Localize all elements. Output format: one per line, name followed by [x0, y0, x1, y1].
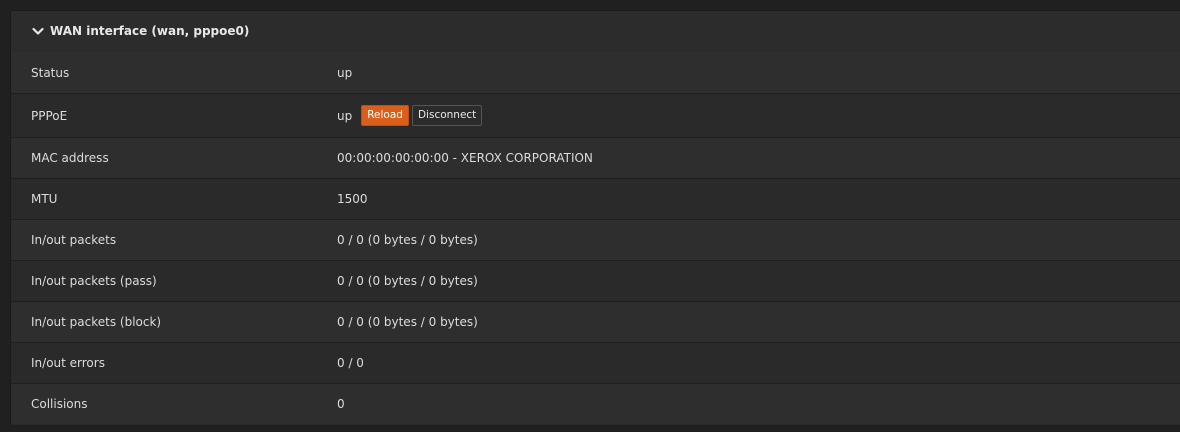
row-value: 0 / 0 (0 bytes / 0 bytes): [337, 274, 478, 288]
row-inout-packets-block: In/out packets (block) 0 / 0 (0 bytes / …: [11, 301, 1180, 342]
interface-details-table: Status up PPPoE up Reload Disconnect MAC…: [11, 52, 1180, 424]
row-pppoe: PPPoE up Reload Disconnect: [11, 93, 1180, 137]
row-status: Status up: [11, 52, 1180, 93]
wan-interface-panel: WAN interface (wan, pppoe0) Status up PP…: [10, 10, 1180, 425]
row-mtu: MTU 1500: [11, 178, 1180, 219]
row-label: In/out packets (block): [31, 315, 162, 329]
row-value: 0 / 0 (0 bytes / 0 bytes): [337, 233, 478, 247]
row-value: 0 / 0 (0 bytes / 0 bytes): [337, 315, 478, 329]
row-mac-address: MAC address 00:00:00:00:00:00 - XEROX CO…: [11, 137, 1180, 178]
row-label: Collisions: [31, 397, 88, 411]
disconnect-button[interactable]: Disconnect: [411, 105, 483, 126]
row-value: up: [337, 65, 353, 80]
row-value: 0: [337, 397, 345, 411]
row-collisions: Collisions 0: [11, 383, 1180, 424]
row-inout-packets: In/out packets 0 / 0 (0 bytes / 0 bytes): [11, 219, 1180, 260]
row-label: In/out packets (pass): [31, 274, 157, 288]
chevron-down-icon[interactable]: [31, 25, 44, 38]
panel-header-toggle[interactable]: WAN interface (wan, pppoe0): [11, 11, 1180, 51]
row-inout-errors: In/out errors 0 / 0: [11, 342, 1180, 383]
row-label: In/out packets: [31, 233, 117, 247]
row-label: MAC address: [31, 151, 109, 165]
row-label: PPPoE: [31, 108, 68, 123]
row-inout-packets-pass: In/out packets (pass) 0 / 0 (0 bytes / 0…: [11, 260, 1180, 301]
row-label: MTU: [31, 192, 58, 206]
row-value: 0 / 0: [337, 356, 364, 370]
row-value: 00:00:00:00:00:00 - XEROX CORPORATION: [337, 151, 593, 165]
row-label: In/out errors: [31, 356, 105, 370]
reload-button[interactable]: Reload: [361, 105, 409, 126]
panel-title: WAN interface (wan, pppoe0): [50, 24, 250, 38]
row-label: Status: [31, 65, 70, 80]
row-value: up: [337, 108, 353, 123]
row-value: 1500: [337, 192, 368, 206]
row-value-container: up Reload Disconnect: [337, 105, 483, 126]
